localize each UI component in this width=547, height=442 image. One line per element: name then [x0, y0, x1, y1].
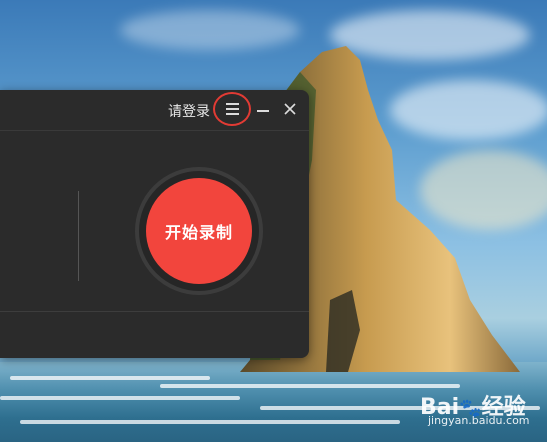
close-icon — [284, 103, 296, 115]
minimize-button[interactable] — [256, 104, 270, 116]
watermark-url: jingyan.baidu.com — [428, 414, 530, 427]
bottom-divider — [0, 311, 309, 312]
menu-button[interactable] — [219, 97, 245, 121]
panel-divider — [78, 191, 79, 281]
login-link[interactable]: 请登录 — [168, 101, 210, 121]
close-button[interactable] — [282, 101, 298, 117]
recorder-window: 请登录 开始录制 — [0, 90, 309, 358]
start-record-button[interactable]: 开始录制 — [146, 178, 252, 284]
minimize-icon — [257, 110, 269, 112]
title-bar: 请登录 — [0, 90, 309, 131]
